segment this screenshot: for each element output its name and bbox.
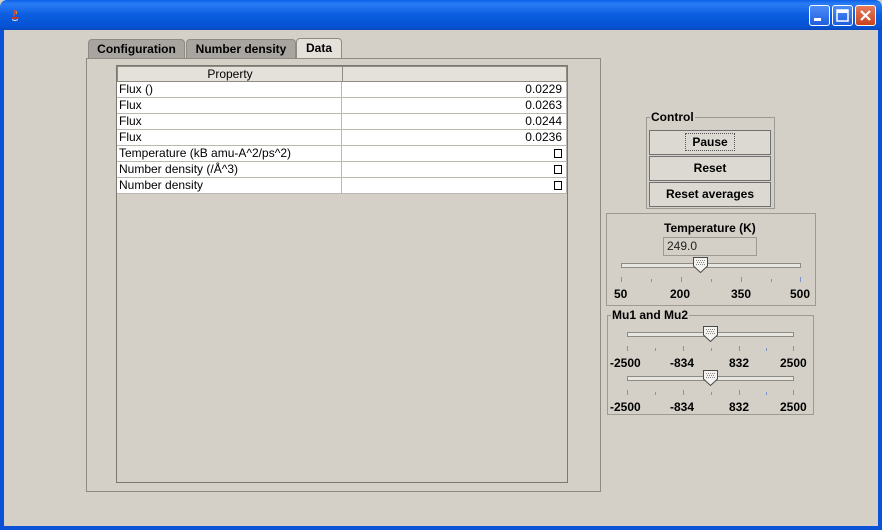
mu2-tick [793,390,794,395]
value-cell [342,178,567,194]
mu2-tick-label: 2500 [780,400,807,414]
mu1-tick [766,348,767,351]
mu1-slider-thumb[interactable] [703,326,718,342]
mu-group-title: Mu1 and Mu2 [611,308,690,322]
missing-glyph-icon [554,165,562,174]
control-group-title: Control [650,110,695,124]
reset-button[interactable]: Reset [649,156,771,181]
mu1-tick-label: 832 [729,356,750,370]
temperature-tick [741,277,742,282]
property-cell: Number density [117,178,342,194]
mu1-tick [711,348,712,351]
pause-button-label: Pause [685,133,735,151]
minimize-icon [814,18,821,21]
temperature-slider-thumb[interactable] [693,257,709,273]
temperature-tick-label: 350 [731,287,752,301]
temperature-tick [771,279,772,282]
table-row[interactable]: Flux 0.0263 [117,98,567,114]
data-table[interactable]: Property Flux () 0.0229 Flux 0.0263 Flux… [116,65,568,483]
missing-glyph-icon [554,149,562,158]
column-header-value[interactable] [342,66,567,82]
temperature-tick-label: 200 [670,287,691,301]
tab-configuration[interactable]: Configuration [88,39,185,58]
close-icon [860,10,871,21]
tab-configuration-label: Configuration [97,42,176,56]
table-row[interactable]: Number density [117,178,567,194]
table-row[interactable]: Number density (/Å^3) [117,162,567,178]
mu1-tick [793,346,794,351]
table-row[interactable]: Flux () 0.0229 [117,82,567,98]
temperature-tick-label: 500 [790,287,811,301]
window-frame-bottom [0,526,882,530]
temperature-title: Temperature (K) [663,221,757,235]
minimize-button[interactable] [809,5,830,26]
table-row[interactable]: Flux 0.0236 [117,130,567,146]
property-cell: Flux () [117,82,342,98]
mu1-tick [683,346,684,351]
value-cell: 0.0236 [342,130,567,146]
close-button[interactable] [855,5,876,26]
temperature-tick [800,277,801,282]
tab-number-density[interactable]: Number density [186,39,296,58]
missing-glyph-icon [554,181,562,190]
table-row[interactable]: Flux 0.0244 [117,114,567,130]
temperature-tick [681,277,682,282]
mu2-tick-label: -2500 [610,400,641,414]
value-cell: 0.0244 [342,114,567,130]
mu2-tick [627,390,628,395]
value-cell: 0.0263 [342,98,567,114]
tab-data[interactable]: Data [296,38,342,59]
reset-averages-button[interactable]: Reset averages [649,182,771,207]
mu1-tick [655,348,656,351]
maximize-icon [836,9,849,22]
column-header-property[interactable]: Property [117,66,343,82]
mu2-tick-label: 832 [729,400,750,414]
mu2-tick-label: -834 [670,400,695,414]
mu2-tick [766,392,767,395]
mu2-slider-thumb[interactable] [703,370,718,386]
mu1-tick [739,346,740,351]
java-app-icon[interactable] [8,8,22,22]
maximize-button[interactable] [832,5,853,26]
tab-data-label: Data [305,41,332,55]
value-cell [342,162,567,178]
property-cell: Temperature (kB amu-A^2/ps^2) [117,146,342,162]
temperature-slider-track[interactable] [621,263,801,268]
temperature-tick [621,277,622,282]
mu1-tick [627,346,628,351]
window-frame-right [878,30,882,530]
value-cell: 0.0229 [342,82,567,98]
property-cell: Number density (/Å^3) [117,162,342,178]
mu1-tick-label: 2500 [780,356,807,370]
table-row[interactable]: Temperature (kB amu-A^2/ps^2) [117,146,567,162]
table-header: Property [117,66,567,82]
mu1-tick-label: -2500 [610,356,641,370]
temperature-tick-label: 50 [614,287,628,301]
temperature-tick [651,279,652,282]
mu2-tick [739,390,740,395]
mu1-tick-label: -834 [670,356,695,370]
temperature-tick [711,279,712,282]
property-cell: Flux [117,130,342,146]
pause-button[interactable]: Pause [649,130,771,155]
temperature-field[interactable]: 249.0 [663,237,757,256]
title-bar [0,0,882,30]
property-cell: Flux [117,98,342,114]
tab-number-density-label: Number density [195,42,287,56]
mu2-tick [711,392,712,395]
mu2-tick [655,392,656,395]
value-cell [342,146,567,162]
mu2-tick [683,390,684,395]
property-cell: Flux [117,114,342,130]
